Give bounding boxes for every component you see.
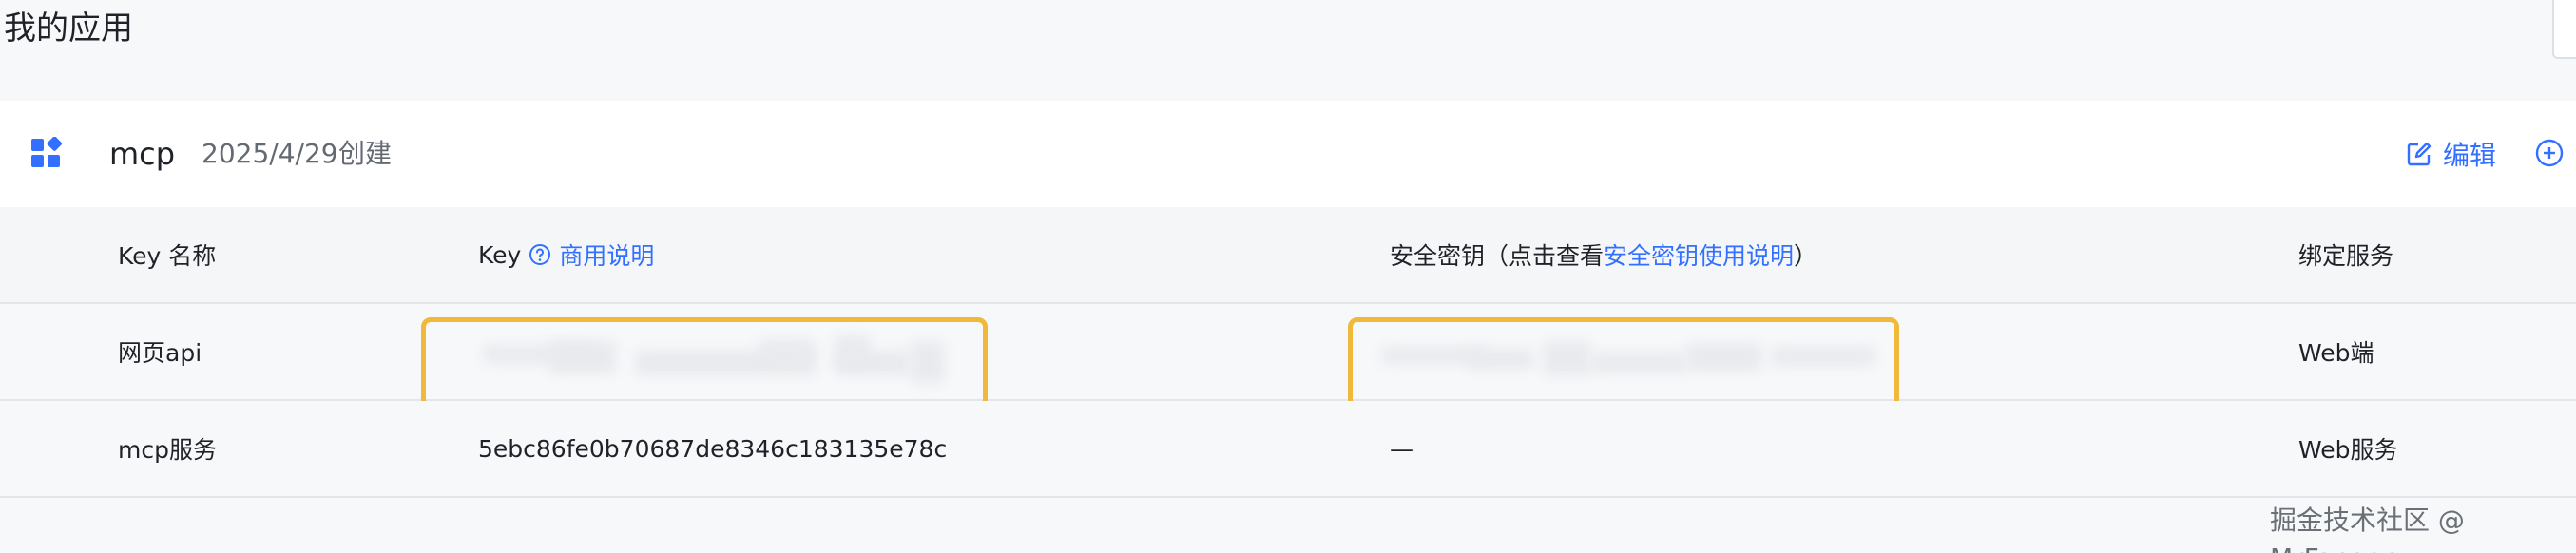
masked-secret-highlight xyxy=(1348,317,1899,409)
edge-panel xyxy=(2552,0,2576,59)
header-key: Key 商用说明 xyxy=(478,207,654,302)
created-date: 2025/4/29 xyxy=(202,138,338,169)
apps-grid-icon xyxy=(31,137,63,167)
header-secret: 安全密钥（点击查看 安全密钥使用说明 ） xyxy=(1390,207,1817,302)
created-label: 创建 xyxy=(338,138,393,169)
app-card-header: mcp 2025/4/29 创建 编辑 xyxy=(0,101,2576,207)
question-circle-icon[interactable] xyxy=(529,243,551,266)
masked-key-highlight xyxy=(421,317,988,409)
header-secret-suffix: ） xyxy=(1794,242,1818,270)
row-key-value: 5ebc86fe0b70687de8346c183135e78c xyxy=(478,434,948,463)
edit-label: 编辑 xyxy=(2443,140,2497,171)
edit-button[interactable]: 编辑 xyxy=(2407,135,2496,173)
watermark: 掘金技术社区 @ MrFangge xyxy=(2270,505,2465,553)
table-row: mcp服务 5ebc86fe0b70687de8346c183135e78c —… xyxy=(0,401,2576,498)
app-name: mcp xyxy=(109,136,176,172)
header-key-name: Key 名称 xyxy=(118,242,217,270)
row-key-name: mcp服务 xyxy=(118,436,217,464)
edit-icon xyxy=(2407,142,2432,166)
row-service: Web服务 xyxy=(2298,436,2398,464)
commercial-usage-link[interactable]: 商用说明 xyxy=(559,238,654,272)
header-service: 绑定服务 xyxy=(2298,242,2394,270)
header-secret-prefix: 安全密钥（点击查看 xyxy=(1390,242,1605,270)
app-card: mcp 2025/4/29 创建 编辑 Key 名称 Key 商用说明 安全密钥… xyxy=(0,101,2576,498)
table-row: 网页api Web端 xyxy=(0,304,2576,409)
secret-usage-link[interactable]: 安全密钥使用说明 xyxy=(1604,238,1794,272)
keys-table: Key 名称 Key 商用说明 安全密钥（点击查看 安全密钥使用说明 ） 绑定服… xyxy=(0,207,2576,498)
page-title: 我的应用 xyxy=(4,10,133,48)
table-header-row: Key 名称 Key 商用说明 安全密钥（点击查看 安全密钥使用说明 ） 绑定服… xyxy=(0,207,2576,304)
app-detail-page: 我的应用 mcp 2025/4/29 创建 编辑 Key 名称 Key 商用说明… xyxy=(0,0,2576,553)
header-key-label: Key xyxy=(478,240,522,269)
plus-circle-icon[interactable] xyxy=(2533,137,2566,169)
row-key-name: 网页api xyxy=(118,339,202,367)
row-service: Web端 xyxy=(2298,339,2374,367)
row-secret-value: — xyxy=(1390,434,1413,463)
